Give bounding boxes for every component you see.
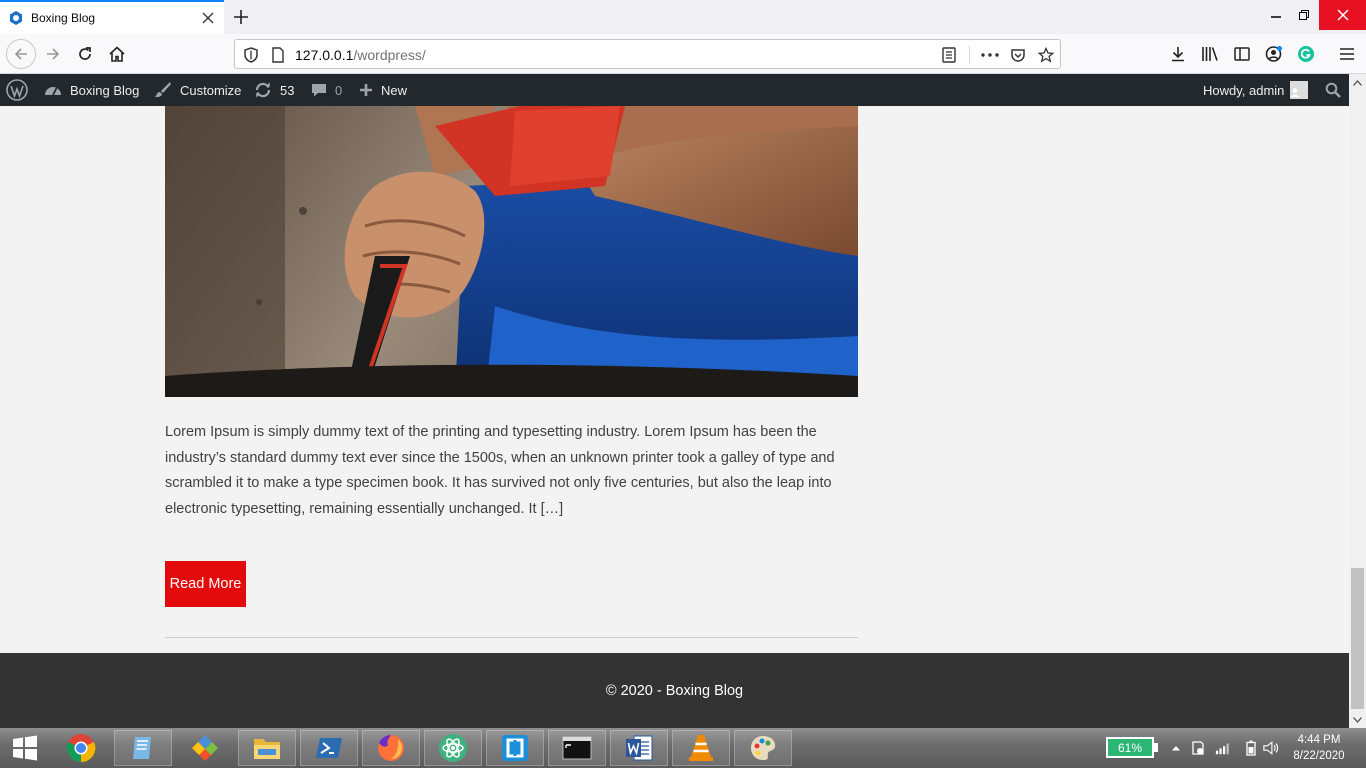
sidebar-icon[interactable]	[1228, 40, 1256, 68]
reader-view-icon[interactable]	[940, 46, 958, 64]
new-tab-button[interactable]	[226, 2, 256, 32]
reload-icon[interactable]	[71, 40, 99, 68]
powershell-icon[interactable]	[300, 730, 358, 766]
avatar	[1290, 81, 1309, 99]
chrome-icon[interactable]	[52, 730, 110, 766]
volume-icon[interactable]	[1263, 740, 1279, 756]
windows-taskbar: 61% 4:44 PM 8/22/2020	[0, 728, 1366, 768]
page-actions-icon[interactable]	[981, 46, 999, 64]
browser-nav-bar: 127.0.0.1/wordpress/	[0, 34, 1366, 74]
adminbar-updates[interactable]: 53	[254, 74, 294, 106]
url-text: 127.0.0.1/wordpress/	[295, 47, 426, 63]
scrollbar-thumb[interactable]	[1351, 568, 1364, 709]
paint-icon[interactable]	[734, 730, 792, 766]
post-excerpt: Lorem Ipsum is simply dummy text of the …	[165, 424, 835, 518]
window-controls	[1263, 0, 1366, 30]
word-icon[interactable]	[610, 730, 668, 766]
notepad-icon[interactable]	[114, 730, 172, 766]
windows-start-icon[interactable]	[0, 728, 50, 768]
command-prompt-icon[interactable]	[548, 730, 606, 766]
adminbar-site-name[interactable]: Boxing Blog	[44, 74, 139, 106]
forward-icon[interactable]	[39, 40, 67, 68]
updates-count: 53	[280, 82, 295, 98]
taskbar-clock[interactable]: 4:44 PM 8/22/2020	[1284, 732, 1354, 764]
browser-tab-bar: Boxing Blog	[0, 0, 1366, 34]
vlc-icon[interactable]	[672, 730, 730, 766]
atom-icon[interactable]	[424, 730, 482, 766]
menu-icon[interactable]	[1333, 40, 1361, 68]
pocket-icon[interactable]	[1009, 46, 1027, 64]
minimize-icon[interactable]	[1263, 0, 1289, 30]
read-more-button[interactable]: Read More	[165, 561, 246, 607]
network-signal-icon[interactable]	[1215, 740, 1231, 756]
clock-date: 8/22/2020	[1293, 750, 1345, 762]
library-icon[interactable]	[1196, 40, 1224, 68]
tab-title: Boxing Blog	[31, 11, 96, 25]
grammarly-icon[interactable]	[1292, 40, 1320, 68]
scroll-down-icon[interactable]	[1349, 711, 1366, 728]
browser-tab-active[interactable]: Boxing Blog	[0, 0, 224, 34]
scroll-up-icon[interactable]	[1349, 74, 1366, 91]
blog-page-content: Lorem Ipsum is simply dummy text of the …	[0, 106, 1349, 653]
home-icon[interactable]	[103, 40, 131, 68]
comments-count: 0	[335, 82, 343, 98]
window-close-icon[interactable]	[1319, 0, 1366, 30]
post-featured-image[interactable]	[165, 106, 858, 397]
back-icon[interactable]	[6, 39, 36, 69]
account-icon[interactable]	[1260, 40, 1288, 68]
site-footer: © 2020 - Boxing Blog	[0, 653, 1349, 728]
downloads-icon[interactable]	[1164, 40, 1192, 68]
battery-nub	[1154, 743, 1158, 752]
url-path: /wordpress/	[353, 47, 426, 63]
bookmark-star-icon[interactable]	[1037, 46, 1055, 64]
customize-label: Customize	[180, 82, 242, 98]
url-separator	[969, 46, 970, 64]
sourcetree-icon[interactable]	[486, 730, 544, 766]
adminbar-customize[interactable]: Customize	[154, 74, 241, 106]
tab-close-icon[interactable]	[200, 10, 216, 26]
footer-copyright: © 2020 - Boxing Blog	[605, 682, 744, 699]
power-icon[interactable]	[1243, 740, 1259, 756]
url-host: 127.0.0.1	[295, 47, 354, 63]
show-hidden-icons-icon[interactable]	[1168, 740, 1184, 756]
adminbar-my-account[interactable]: Howdy, admin	[1203, 74, 1309, 106]
new-label: New	[381, 82, 408, 98]
clock-time: 4:44 PM	[1297, 734, 1341, 746]
adminbar-comments[interactable]: 0	[311, 74, 342, 106]
site-name-label: Boxing Blog	[70, 82, 140, 98]
action-center-icon[interactable]	[1190, 740, 1206, 756]
wp-logo-icon[interactable]	[6, 74, 36, 106]
shield-icon[interactable]	[242, 46, 260, 64]
page-info-icon[interactable]	[269, 46, 287, 64]
boxer-wrapping-hands-image	[165, 106, 858, 397]
wp-admin-bar: Boxing Blog Customize 53 0 New Howdy, ad…	[0, 74, 1349, 106]
adminbar-new[interactable]: New	[359, 74, 407, 106]
git-icon[interactable]	[176, 730, 234, 766]
restore-icon[interactable]	[1289, 0, 1319, 30]
howdy-label: Howdy, admin	[1203, 82, 1285, 98]
page-scrollbar[interactable]	[1349, 74, 1366, 728]
url-bar[interactable]: 127.0.0.1/wordpress/	[234, 39, 1061, 69]
file-explorer-icon[interactable]	[238, 730, 296, 766]
adminbar-search-icon[interactable]	[1325, 74, 1349, 106]
site-favicon-icon	[8, 10, 24, 26]
post-divider	[165, 637, 858, 638]
firefox-icon[interactable]	[362, 730, 420, 766]
battery-indicator[interactable]: 61%	[1106, 737, 1154, 758]
